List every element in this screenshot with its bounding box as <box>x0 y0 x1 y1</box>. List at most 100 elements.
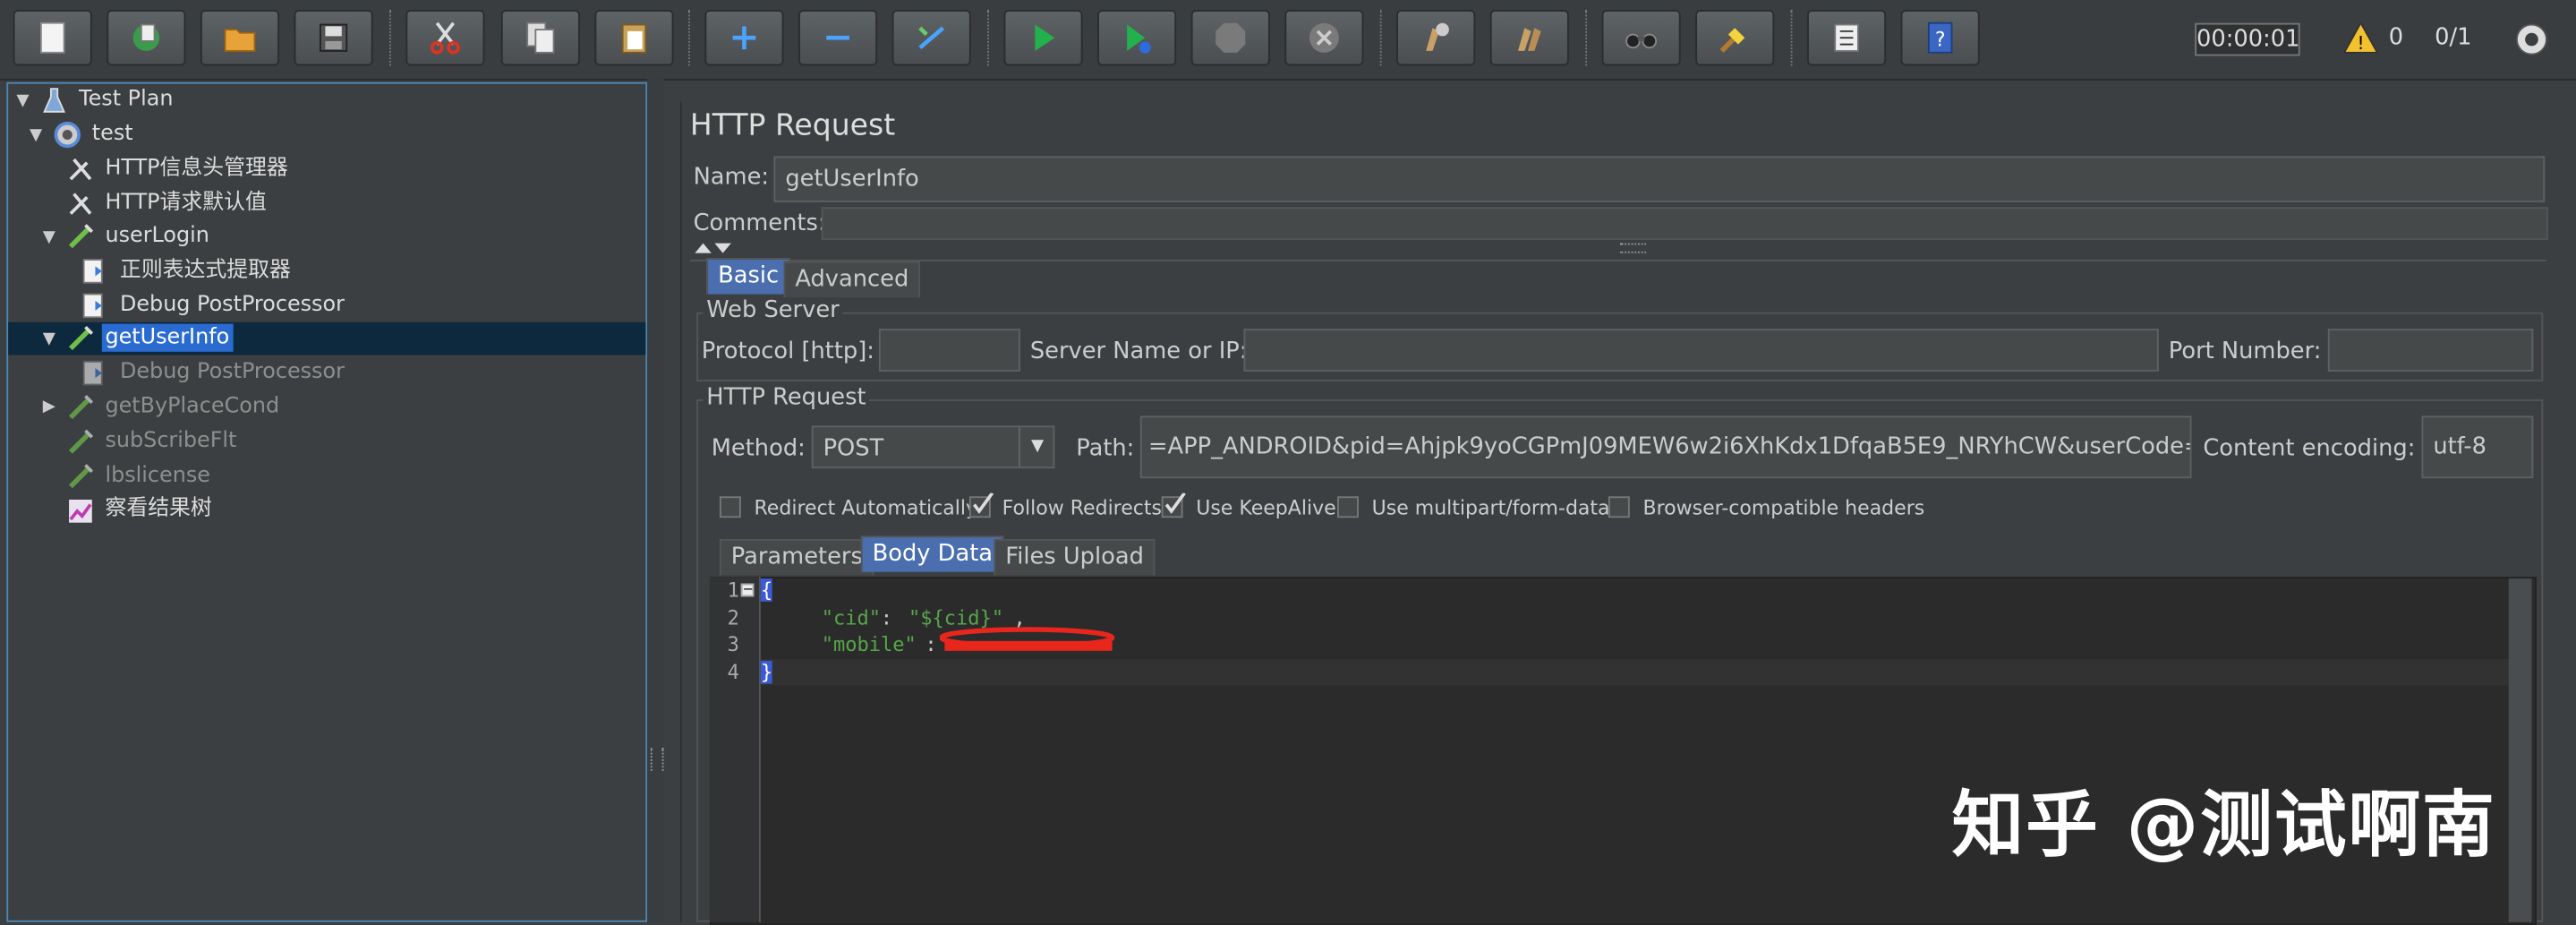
redirect-automatically-checkbox[interactable] <box>719 496 741 518</box>
tree-item-label: Debug PostProcessor <box>119 292 345 318</box>
split-pane-divider[interactable] <box>647 79 664 922</box>
toolbar-separator <box>1379 10 1384 66</box>
stop-icon[interactable] <box>1190 10 1270 66</box>
active-threads: 0/1 <box>2435 24 2472 51</box>
http-request-legend: HTTP Request <box>703 384 870 411</box>
start-icon[interactable] <box>1003 10 1083 66</box>
tree-item-getbyplacecond[interactable]: getByPlaceCond <box>102 391 283 424</box>
code-close-brace: } <box>760 660 773 684</box>
splitter-grip-icon[interactable] <box>650 748 664 771</box>
document-icon <box>82 293 103 319</box>
method-label: Method: <box>711 435 806 462</box>
expand-arrow-icon[interactable]: ▶ <box>43 398 55 415</box>
wrench-icon <box>69 158 92 181</box>
line-number: 2 <box>727 606 739 630</box>
tree-item-label: HTTP请求默认值 <box>105 190 267 216</box>
pipette-icon <box>68 395 94 420</box>
fold-icon[interactable]: − <box>740 583 755 597</box>
name-label: Name: <box>693 164 770 191</box>
line-number: 1 <box>727 578 739 602</box>
tab-parameters[interactable]: Parameters <box>719 539 874 576</box>
multipart-checkbox[interactable] <box>1337 496 1359 518</box>
protocol-field[interactable] <box>878 329 1020 372</box>
browser-compatible-checkbox[interactable] <box>1608 496 1630 518</box>
cut-icon[interactable] <box>405 10 485 66</box>
collapse-arrows-icon[interactable] <box>694 238 737 254</box>
path-field[interactable]: =APP_ANDROID&pid=Ahjpk9yoCGPmJ09MEW6w2i6… <box>1139 415 2192 479</box>
tree-item-label: 察看结果树 <box>105 496 212 521</box>
tab-basic[interactable]: Basic <box>706 258 790 295</box>
comments-label: Comments: <box>693 210 826 237</box>
open-icon[interactable] <box>200 10 280 66</box>
tree-item-debug-postprocessor[interactable]: Debug PostProcessor <box>116 289 347 322</box>
shutdown-icon[interactable] <box>1284 10 1364 66</box>
tree-item-request-defaults[interactable]: HTTP请求默认值 <box>102 187 270 220</box>
multipart-label: Use multipart/form-data <box>1371 496 1610 520</box>
tree-item-getuserinfo[interactable]: getUserInfo <box>101 322 233 355</box>
tree-item-subscribeflt[interactable]: subScribeFlt <box>102 425 240 458</box>
follow-redirects-checkbox[interactable] <box>968 492 994 518</box>
help-icon[interactable]: ? <box>1900 10 1980 66</box>
tree-item-label: Test Plan <box>79 87 174 112</box>
redaction-scribble <box>939 627 1115 651</box>
expand-icon[interactable] <box>704 10 784 66</box>
save-icon[interactable] <box>294 10 373 66</box>
warning-icon[interactable]: ! <box>2342 21 2379 55</box>
tree-item-test-plan[interactable]: Test Plan <box>75 84 176 117</box>
tree-item-view-results-tree[interactable]: 察看结果树 <box>102 493 216 527</box>
content-encoding-field[interactable]: utf-8 <box>2421 415 2534 479</box>
watermark: 知乎 @测试啊南 <box>1951 784 2496 869</box>
line-number: 3 <box>727 632 739 656</box>
tree-item-label: test <box>91 121 133 147</box>
collapse-arrow-icon[interactable]: ▼ <box>43 330 55 348</box>
clear-all-icon[interactable] <box>1489 10 1569 66</box>
collapse-arrow-icon[interactable]: ▼ <box>16 92 29 110</box>
port-field[interactable] <box>2327 329 2534 372</box>
server-name-field[interactable] <box>1243 329 2159 372</box>
comments-field[interactable] <box>821 207 2548 240</box>
reset-search-icon[interactable] <box>1695 10 1775 66</box>
tree-item-label: userLogin <box>105 223 209 249</box>
tab-body-data[interactable]: Body Data <box>860 535 1004 572</box>
toggle-icon[interactable] <box>891 10 971 66</box>
use-keepalive-checkbox[interactable] <box>1161 492 1186 518</box>
line-number: 4 <box>727 660 739 684</box>
pipette-icon <box>68 429 94 454</box>
follow-redirects-label: Follow Redirects <box>1002 496 1163 520</box>
drag-handle-icon[interactable] <box>1619 243 1647 253</box>
tree-item-userlogin[interactable]: userLogin <box>102 220 213 253</box>
dropdown-arrow-icon[interactable]: ▼ <box>1018 427 1054 467</box>
name-field[interactable]: getUserInfo <box>773 156 2546 202</box>
start-no-pauses-icon[interactable] <box>1097 10 1177 66</box>
collapse-icon[interactable] <box>798 10 878 66</box>
collapse-arrow-icon[interactable]: ▼ <box>30 126 42 144</box>
function-helper-icon[interactable] <box>1807 10 1887 66</box>
panel-title: HTTP Request <box>689 108 896 143</box>
chart-icon <box>69 499 92 523</box>
toolbar-separator <box>1585 10 1589 66</box>
tree-item-header-manager[interactable]: HTTP信息头管理器 <box>102 153 292 186</box>
flask-icon <box>43 88 65 113</box>
templates-icon[interactable] <box>107 10 186 66</box>
elapsed-timer: 00:00:01 <box>2195 22 2300 56</box>
tree-item-test[interactable]: test <box>89 118 136 151</box>
clear-icon[interactable] <box>1396 10 1476 66</box>
new-icon[interactable] <box>13 10 92 66</box>
copy-icon[interactable] <box>500 10 580 66</box>
svg-text:?: ? <box>1935 29 1946 51</box>
tab-advanced[interactable]: Advanced <box>783 261 921 298</box>
tree-item-lbslicense[interactable]: lbslicense <box>102 460 214 493</box>
toolbar-separator <box>688 10 692 66</box>
tree-item-regex-extractor[interactable]: 正则表达式提取器 <box>116 254 294 287</box>
tree-item-debug-postprocessor-disabled[interactable]: Debug PostProcessor <box>116 356 347 390</box>
paste-icon[interactable] <box>594 10 674 66</box>
path-label: Path: <box>1076 435 1135 462</box>
current-line-highlight <box>760 659 2509 686</box>
warning-count: 0 <box>2388 24 2404 51</box>
settings-icon[interactable] <box>2513 21 2549 57</box>
vertical-scrollbar[interactable] <box>2508 578 2532 922</box>
search-icon[interactable] <box>1601 10 1681 66</box>
collapse-arrow-icon[interactable]: ▼ <box>43 228 55 246</box>
code-mobile-key: "mobile" <box>821 632 917 656</box>
tab-files-upload[interactable]: Files Upload <box>994 539 1156 576</box>
